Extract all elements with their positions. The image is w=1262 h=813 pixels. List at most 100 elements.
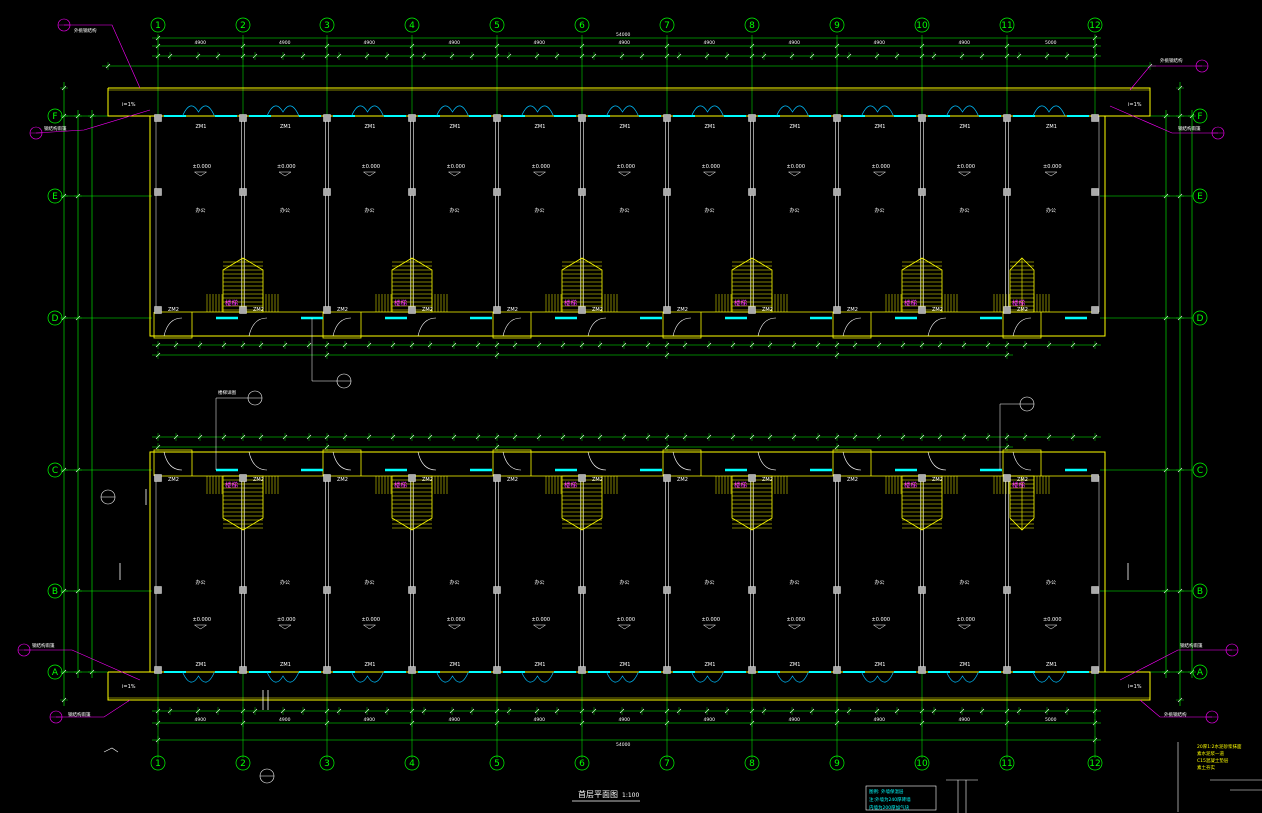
window-code-lower: ZM1 [535,662,546,668]
column [493,586,501,594]
side-note-1: 20厚1:2水泥砂浆抹面 [1197,743,1242,750]
door-code-upper: ZM2 [932,307,943,313]
level-symbol [533,171,547,177]
column [154,306,162,314]
bay-dimension-top: 4900 [279,40,291,46]
room-label-upper: 办公 [535,207,545,214]
window-code-upper: ZM1 [535,124,546,130]
room-label-lower: 办公 [620,579,630,586]
axis-bubble-right: D [1197,314,1204,324]
level-mark-upper: ±0.000 [702,164,721,170]
column [323,188,331,196]
door-code-upper: ZM2 [168,307,179,313]
grid-lines [63,35,1192,758]
axis-bubble-bottom: 3 [324,759,330,769]
top-right-note-text: 外挑钢结构 [1160,57,1183,64]
column [408,188,416,196]
axis-bubble-top: 10 [916,21,928,31]
floor-detail-note: 20厚1:2水泥砂浆抹面 素水泥浆一道 C15混凝土垫层 素土夯实 [1177,742,1262,812]
stair-label: 楼梯 [394,480,408,489]
bay-dimension-top: 4900 [195,40,207,46]
door-code-lower: ZM2 [677,477,688,483]
axis-bubble-left: D [52,314,59,324]
axis-bubble-bottom: 1 [155,759,161,769]
stair-detail-note: 楼梯详图 [218,389,236,396]
stair-label: 楼梯 [734,480,748,489]
column [493,666,501,674]
column [239,306,247,314]
window-code-upper: ZM1 [196,124,207,130]
door-code-upper: ZM2 [253,307,264,313]
level-mark-lower: ±0.000 [957,617,976,623]
stair-label: 楼梯 [564,480,578,489]
bay-dimension-bottom: 4900 [534,717,546,723]
room-label-upper: 办公 [365,207,375,214]
column [1091,114,1099,122]
slope-text: i=1% [1128,102,1142,108]
door-swing [1012,451,1032,471]
column [239,586,247,594]
lower-balcony-slab [107,671,1151,701]
column [918,114,926,122]
bay-dimension-bottom: 4900 [704,717,716,723]
room-label-lower: 办公 [705,579,715,586]
column [578,666,586,674]
axis-bubble-bottom: 12 [1089,759,1100,769]
legend-line-3: 内墙为200厚加气块 [869,804,910,811]
axis-bubble-left: E [52,192,58,202]
upper-balcony-slab [107,87,1151,117]
level-symbol [703,171,717,177]
axis-bubble-top: 2 [240,21,246,31]
axis-bubble-top: 3 [324,21,330,31]
column [1091,666,1099,674]
dimension-lines: 4900 4900 4900 4900 4900 4900 4900 4900 4900 4900… [60,32,1196,748]
bay-dimension-top: 5000 [1045,40,1057,46]
lower-notch [322,449,362,476]
axis-bubble-top: 7 [664,21,670,31]
bay-dimension-top: 4900 [449,40,461,46]
total-dimension-top: 54000 [616,32,630,38]
window-arc [1032,671,1066,683]
door-code-lower: ZM2 [932,477,943,483]
room-label-lower: 办公 [875,579,885,586]
column [408,666,416,674]
window-arc [861,105,894,117]
door-swing [502,317,522,337]
window-code-lower: ZM1 [705,662,716,668]
window-code-upper: ZM1 [875,124,886,130]
door-swing [672,451,692,471]
top-left-note-text: 外挑钢结构 [74,27,97,34]
column [833,474,841,482]
room-label-upper: 办公 [875,207,885,214]
column [833,306,841,314]
column [323,586,331,594]
level-mark-lower: ±0.000 [362,617,381,623]
column [323,666,331,674]
bay-dimension-bottom: 4900 [959,717,971,723]
column [154,666,162,674]
window-code-upper: ZM1 [960,124,971,130]
stairs [206,257,1050,531]
window-arc [436,671,469,683]
bottom-left-note-2-text: 钢结构雨篷 [68,711,91,718]
axis-bubble-bottom: 10 [916,759,928,769]
window-arc [351,105,384,117]
axis-bubble-bottom: 5 [494,759,500,769]
column [408,586,416,594]
column [663,114,671,122]
door-code-lower: ZM2 [337,477,348,483]
window-code-lower: ZM1 [1046,662,1057,668]
bay-dimension-top: 4900 [874,40,886,46]
axis-bubble-bottom: 4 [409,759,415,769]
column [493,188,501,196]
top-right-note-leader [1129,65,1202,91]
axis-bubble-right: B [1197,587,1203,597]
axis-bubble-top: 11 [1001,21,1012,31]
stair-label: 楼梯 [734,298,748,307]
room-label-lower: 办公 [535,579,545,586]
lower-notch [662,449,702,476]
window-arc [691,671,724,683]
door-code-upper: ZM2 [677,307,688,313]
level-symbol [1044,171,1058,177]
window-code-upper: ZM1 [790,124,801,130]
